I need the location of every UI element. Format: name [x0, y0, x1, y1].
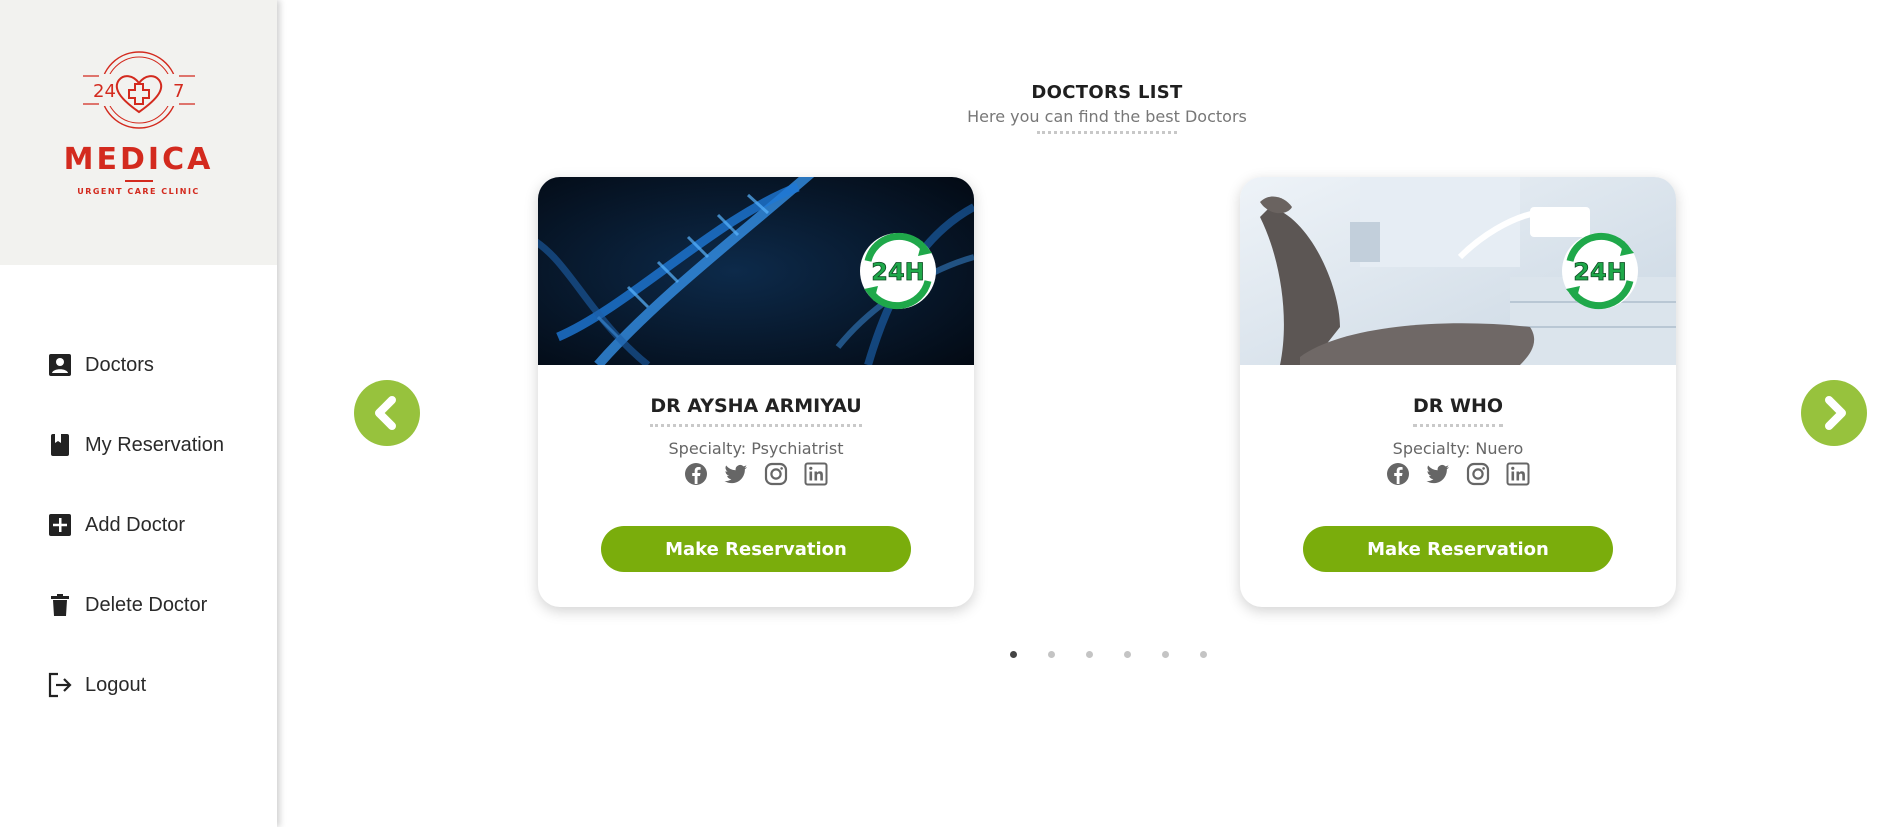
sidebar-nav: Doctors My Reservation Add Doctor Delete… [0, 325, 277, 725]
plus-square-icon [47, 512, 73, 538]
logo[interactable]: 24 7 MEDICA URGENT CARE CLINIC [0, 0, 277, 265]
sidebar-item-my-reservation[interactable]: My Reservation [0, 405, 277, 485]
carousel-dot[interactable] [1086, 651, 1093, 658]
facebook-icon[interactable] [684, 462, 708, 486]
sidebar: 24 7 MEDICA URGENT CARE CLINIC Doctors M… [0, 0, 277, 827]
carousel-dot[interactable] [1048, 651, 1055, 658]
doctor-card: 24H DR AYSHA ARMIYAU Specialty: Psychiat… [538, 177, 974, 607]
carousel-dot[interactable] [1200, 651, 1207, 658]
bookmark-book-icon [47, 432, 73, 458]
carousel-dot[interactable] [1124, 651, 1131, 658]
svg-text:24H: 24H [1573, 258, 1626, 286]
carousel-dot[interactable] [1010, 651, 1017, 658]
doctor-name: DR WHO [1412, 395, 1504, 427]
dna-helix-image: 24H [538, 177, 974, 365]
sidebar-item-label: Logout [85, 673, 147, 696]
svg-text:24H: 24H [871, 258, 924, 286]
page-heading: DOCTORS LIST Here you can find the best … [277, 82, 1892, 134]
instagram-icon[interactable] [1466, 462, 1490, 486]
doctor-name: DR AYSHA ARMIYAU [650, 395, 863, 427]
linkedin-icon[interactable] [804, 462, 828, 486]
trash-icon [47, 592, 73, 618]
make-reservation-button[interactable]: Make Reservation [601, 526, 911, 572]
chevron-right-icon [1825, 396, 1846, 430]
make-reservation-button[interactable]: Make Reservation [1303, 526, 1613, 572]
24h-badge-icon: 24H [1562, 232, 1638, 310]
twitter-icon[interactable] [724, 462, 748, 486]
person-badge-icon [47, 352, 73, 378]
carousel-pagination [1010, 651, 1207, 658]
sidebar-item-label: Add Doctor [85, 513, 186, 536]
main-content: DOCTORS LIST Here you can find the best … [277, 0, 1892, 827]
chevron-left-icon [375, 396, 396, 430]
twitter-icon[interactable] [1426, 462, 1450, 486]
brand-name: MEDICA [63, 142, 214, 177]
heart-cross-logo-icon: 24 7 [82, 51, 195, 129]
doctor-specialty: Specialty: Nuero [1392, 439, 1524, 458]
sidebar-item-doctors[interactable]: Doctors [0, 325, 277, 405]
carousel-next-button[interactable] [1801, 380, 1867, 446]
sidebar-item-label: Delete Doctor [85, 593, 208, 616]
sidebar-item-delete-doctor[interactable]: Delete Doctor [0, 565, 277, 645]
sidebar-item-label: Doctors [85, 353, 154, 376]
facebook-icon[interactable] [1386, 462, 1410, 486]
carousel-prev-button[interactable] [354, 380, 420, 446]
dental-chair-image: 24H [1240, 177, 1676, 365]
brand-tagline: URGENT CARE CLINIC [77, 180, 200, 196]
doctor-specialty: Specialty: Psychiatrist [668, 439, 844, 458]
carousel-dot[interactable] [1162, 651, 1169, 658]
linkedin-icon[interactable] [1506, 462, 1530, 486]
logout-icon [47, 672, 73, 698]
sidebar-item-logout[interactable]: Logout [0, 645, 277, 725]
sidebar-item-add-doctor[interactable]: Add Doctor [0, 485, 277, 565]
instagram-icon[interactable] [764, 462, 788, 486]
page-subtitle: Here you can find the best Doctors [967, 107, 1247, 134]
svg-text:24: 24 [93, 81, 116, 102]
social-links [1240, 462, 1676, 486]
page-title: DOCTORS LIST [1031, 82, 1183, 103]
svg-text:7: 7 [173, 81, 184, 102]
sidebar-item-label: My Reservation [85, 433, 224, 456]
doctor-card: 24H DR WHO Specialty: Nuero Make Reserva… [1240, 177, 1676, 607]
24h-badge-icon: 24H [860, 232, 936, 310]
social-links [538, 462, 974, 486]
